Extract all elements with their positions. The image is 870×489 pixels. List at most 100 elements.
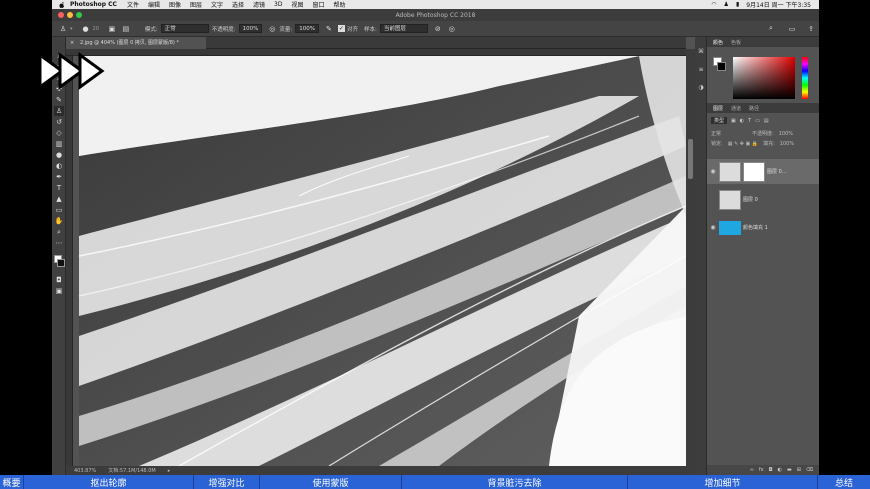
visibility-eye-icon[interactable]: ◉: [707, 224, 719, 231]
adjustments-panel-icon[interactable]: ◑: [697, 83, 705, 91]
chapter-outline[interactable]: 抠出轮廓: [24, 475, 194, 489]
filter-type-icon[interactable]: T: [748, 118, 751, 124]
user-icon[interactable]: ♟: [724, 1, 729, 8]
apple-icon[interactable]: [58, 1, 66, 9]
link-layers-icon[interactable]: ∞: [750, 467, 754, 473]
tab-layers[interactable]: 图层: [713, 105, 723, 112]
dodge-tool-icon[interactable]: ◐: [54, 161, 64, 171]
clone-source-icon[interactable]: ▤: [121, 24, 131, 34]
share-icon[interactable]: ⇪: [806, 24, 816, 34]
history-panel-icon[interactable]: ⌘: [697, 47, 705, 55]
menu-view[interactable]: 视图: [291, 0, 303, 9]
tab-swatches[interactable]: 色板: [731, 39, 741, 46]
menu-image[interactable]: 图像: [169, 0, 181, 9]
fx-icon[interactable]: fx: [759, 467, 764, 473]
visibility-eye-icon[interactable]: ◉: [707, 168, 719, 175]
layer-filter-select[interactable]: 类型: [711, 117, 728, 124]
brush-settings-icon[interactable]: ▣: [107, 24, 117, 34]
zoom-button[interactable]: [76, 12, 82, 18]
more-tools-icon[interactable]: ⋯: [54, 238, 64, 248]
add-mask-icon[interactable]: ◘: [769, 467, 773, 473]
aligned-checkbox[interactable]: ✓: [337, 25, 345, 32]
flag-icon[interactable]: ▮: [736, 1, 739, 8]
new-layer-icon[interactable]: ⊞: [797, 467, 801, 473]
menu-file[interactable]: 文件: [127, 0, 139, 9]
clock[interactable]: 9月14日 周一 下午3:35: [746, 0, 811, 9]
tab-paths[interactable]: 路径: [749, 105, 759, 112]
panel-bg-swatch[interactable]: [717, 62, 726, 71]
type-tool-icon[interactable]: T: [54, 183, 64, 193]
sample-select[interactable]: 当前图层: [379, 24, 428, 33]
zoom-level[interactable]: 403.87%: [74, 468, 96, 474]
zoom-tool-icon[interactable]: ⌕: [54, 227, 64, 237]
pen-tool-icon[interactable]: ✒: [54, 172, 64, 182]
document-tab[interactable]: × 2.jpg @ 404% (图层 0 拷贝, 图层蒙版/8) *: [66, 37, 206, 49]
fill-value[interactable]: 100%: [780, 141, 794, 147]
quick-mask-icon[interactable]: ◘: [54, 275, 64, 285]
ignore-adjustment-icon[interactable]: ⊘: [433, 24, 443, 34]
properties-panel-icon[interactable]: ≡: [697, 65, 705, 73]
filter-pixel-icon[interactable]: ▣: [731, 118, 736, 124]
clone-stamp-icon[interactable]: ♙: [54, 106, 64, 116]
minimize-button[interactable]: [67, 12, 73, 18]
eraser-tool-icon[interactable]: ◇: [54, 128, 64, 138]
layer-row-fill[interactable]: ◉ 颜色填充 1: [707, 215, 819, 240]
mode-select[interactable]: 正常: [160, 24, 209, 33]
menu-window[interactable]: 窗口: [313, 0, 325, 9]
clone-stamp-tool-icon[interactable]: ♙: [58, 24, 68, 34]
rectangle-tool-icon[interactable]: ▭: [54, 205, 64, 215]
menu-filter[interactable]: 滤镜: [253, 0, 265, 9]
menu-3d[interactable]: 3D: [274, 1, 282, 8]
filter-shape-icon[interactable]: ▭: [755, 118, 760, 124]
layer-row[interactable]: 图层 0: [707, 187, 819, 212]
color-field[interactable]: [733, 57, 795, 99]
airbrush-icon[interactable]: ✎: [324, 24, 334, 34]
screen-mode-icon[interactable]: ▣: [54, 286, 64, 296]
menu-layer[interactable]: 图层: [190, 0, 202, 9]
vertical-scrollbar[interactable]: [686, 49, 695, 466]
flow-input[interactable]: 100%: [295, 24, 319, 33]
menu-edit[interactable]: 编辑: [148, 0, 160, 9]
lock-icons[interactable]: ▦ ✎ ✥ ▣ 🔒: [728, 141, 758, 147]
menu-select[interactable]: 选择: [232, 0, 244, 9]
background-color-swatch[interactable]: [57, 259, 65, 267]
tab-close-icon[interactable]: ×: [70, 37, 74, 49]
status-arrow-icon[interactable]: ▸: [168, 468, 171, 474]
layer-mask-thumbnail[interactable]: [743, 161, 765, 182]
image-canvas[interactable]: [79, 56, 686, 466]
search-icon[interactable]: ⌕: [766, 24, 776, 34]
gradient-tool-icon[interactable]: ▥: [54, 139, 64, 149]
close-button[interactable]: [58, 12, 64, 18]
new-group-icon[interactable]: ▬: [787, 467, 792, 473]
chapter-overview[interactable]: 概要: [0, 475, 24, 489]
wifi-icon[interactable]: ◠: [711, 1, 716, 8]
tab-channels[interactable]: 通道: [731, 105, 741, 112]
menu-type[interactable]: 文字: [211, 0, 223, 9]
brush-preset-icon[interactable]: ●: [81, 24, 91, 34]
pressure-size-icon[interactable]: ◎: [447, 24, 457, 34]
menu-help[interactable]: 帮助: [334, 0, 346, 9]
chapter-detail[interactable]: 增加细节: [628, 475, 818, 489]
adjustment-layer-icon[interactable]: ◐: [778, 467, 782, 473]
chapter-summary[interactable]: 总结: [818, 475, 870, 489]
layer-row-copy[interactable]: ◉ 图层 0...: [707, 159, 819, 184]
chapter-cleanup[interactable]: 背景脏污去除: [402, 475, 628, 489]
chapter-mask[interactable]: 使用蒙版: [260, 475, 402, 489]
tab-color[interactable]: 颜色: [713, 39, 723, 46]
brush-tool-icon[interactable]: ✎: [54, 95, 64, 105]
chapter-contrast[interactable]: 增强对比: [194, 475, 260, 489]
hue-slider[interactable]: [802, 57, 808, 99]
workspace-icon[interactable]: ▭: [787, 24, 797, 34]
filter-smart-icon[interactable]: ▤: [764, 118, 769, 124]
filter-adjust-icon[interactable]: ◐: [740, 118, 744, 124]
blur-tool-icon[interactable]: ●: [54, 150, 64, 160]
scroll-thumb[interactable]: [688, 139, 693, 179]
opacity-input[interactable]: 100%: [238, 24, 263, 33]
chevron-down-icon[interactable]: ▾: [70, 26, 73, 32]
hand-tool-icon[interactable]: ✋: [54, 216, 64, 226]
pressure-opacity-icon[interactable]: ◎: [267, 24, 277, 34]
app-menu[interactable]: Photoshop CC: [70, 1, 117, 8]
trash-icon[interactable]: ⌫: [806, 467, 813, 473]
blend-mode-select[interactable]: 正常: [711, 130, 721, 137]
layer-opacity-value[interactable]: 100%: [779, 131, 793, 137]
